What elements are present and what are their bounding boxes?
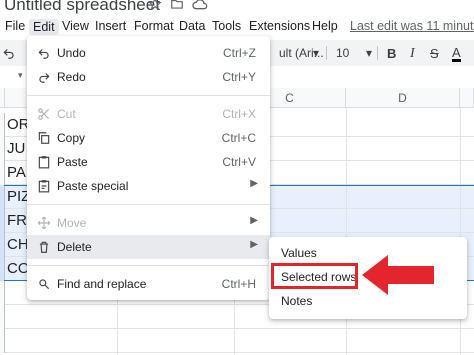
menu-item-find-replace[interactable]: Find and replace Ctrl+H xyxy=(27,272,270,296)
column-header-e[interactable] xyxy=(460,88,474,108)
selected-rows-highlight-box xyxy=(271,263,358,289)
menu-item-move[interactable]: Move ▶ xyxy=(27,211,270,235)
menu-item-label: Copy xyxy=(57,131,86,145)
menu-edit[interactable]: Edit xyxy=(29,19,59,35)
row-header[interactable] xyxy=(0,257,5,281)
submenu-arrow-icon: ▶ xyxy=(250,215,258,226)
trash-icon xyxy=(39,241,49,253)
undo-icon xyxy=(38,49,49,59)
menu-view[interactable]: View xyxy=(62,19,89,33)
row-header[interactable] xyxy=(0,281,5,305)
row-header[interactable] xyxy=(0,113,5,137)
paste-icon xyxy=(38,156,50,169)
paste-special-icon xyxy=(38,180,50,193)
star-icon[interactable] xyxy=(148,0,162,11)
toolbar-divider-2 xyxy=(377,46,378,60)
font-size-dropdown-icon[interactable]: ▾ xyxy=(366,46,372,60)
menu-item-shortcut: Ctrl+V xyxy=(222,155,256,169)
menu-item-label: Delete xyxy=(57,240,92,254)
menu-item-shortcut: Ctrl+Y xyxy=(222,70,256,84)
menu-divider xyxy=(27,204,270,205)
menu-format[interactable]: Format xyxy=(134,19,174,33)
menu-item-shortcut: Ctrl+Z xyxy=(223,46,256,60)
submenu-arrow-icon: ▶ xyxy=(250,239,258,250)
menu-file[interactable]: File xyxy=(5,19,25,33)
text-color-button[interactable]: A xyxy=(452,46,461,62)
cut-icon xyxy=(38,108,50,120)
menu-item-delete[interactable]: Delete ▶ xyxy=(27,235,270,259)
cell-a2[interactable]: JU xyxy=(7,140,25,157)
last-edit-link[interactable]: Last edit was 11 minutes a xyxy=(350,19,474,33)
title-icons xyxy=(148,0,208,11)
toolbar-left-fragment xyxy=(2,46,16,63)
find-replace-icon xyxy=(39,279,50,290)
row-header[interactable] xyxy=(0,137,5,161)
cell-a5[interactable]: FR xyxy=(7,212,27,229)
row-header[interactable] xyxy=(0,209,5,233)
cell-a3[interactable]: PA xyxy=(7,164,26,181)
menu-extensions[interactable]: Extensions xyxy=(249,19,310,33)
menu-help[interactable]: Help xyxy=(312,19,338,33)
menu-insert[interactable]: Insert xyxy=(95,19,126,33)
menu-item-label: Paste xyxy=(57,155,88,169)
toolbar-divider xyxy=(326,46,327,60)
menu-item-undo[interactable]: Undo Ctrl+Z xyxy=(27,41,270,65)
menu-item-redo[interactable]: Redo Ctrl+Y xyxy=(27,65,270,89)
menu-divider xyxy=(27,265,270,266)
cell-a6[interactable]: CH xyxy=(7,236,29,253)
font-family-dropdown-icon[interactable]: ▾ xyxy=(313,46,319,60)
bold-button[interactable]: B xyxy=(387,46,396,61)
menu-data[interactable]: Data xyxy=(179,19,205,33)
row-header[interactable] xyxy=(0,305,5,329)
menu-item-paste-special[interactable]: Paste special ▶ xyxy=(27,174,270,198)
menu-item-paste[interactable]: Paste Ctrl+V xyxy=(27,150,270,174)
menu-item-label: Redo xyxy=(57,70,86,84)
submenu-item-notes[interactable]: Notes xyxy=(281,294,312,308)
row-header[interactable] xyxy=(0,161,5,185)
column-header-d[interactable]: D xyxy=(346,88,460,108)
submenu-item-values[interactable]: Values xyxy=(281,246,317,260)
name-box-dropdown-icon[interactable]: ▾ xyxy=(18,70,23,81)
document-title[interactable]: Untitled spreadsheet xyxy=(4,0,160,15)
menu-item-shortcut: Ctrl+C xyxy=(221,131,256,145)
undo-toolbar-icon[interactable] xyxy=(2,46,16,60)
menu-item-shortcut: Ctrl+X xyxy=(222,107,256,121)
row-header[interactable] xyxy=(0,233,5,257)
copy-icon xyxy=(38,132,50,144)
font-size-field[interactable]: 10 xyxy=(336,46,349,60)
row-header[interactable] xyxy=(0,185,5,209)
menu-item-shortcut: Ctrl+H xyxy=(221,277,256,291)
menu-item-copy[interactable]: Copy Ctrl+C xyxy=(27,126,270,150)
menu-tools[interactable]: Tools xyxy=(212,19,241,33)
edit-menu: Undo Ctrl+Z Redo Ctrl+Y Cut Ctrl+X Copy … xyxy=(27,36,270,300)
menu-divider xyxy=(27,95,270,96)
menu-item-label: Find and replace xyxy=(57,277,147,291)
menu-bar: File Edit View Insert Format Data Tools … xyxy=(0,17,474,37)
move-icon xyxy=(37,216,51,230)
menu-item-label: Move xyxy=(57,216,87,230)
table-row[interactable] xyxy=(0,329,474,353)
cloud-status-icon[interactable] xyxy=(192,0,208,11)
italic-button[interactable]: I xyxy=(410,46,415,62)
menu-item-label: Undo xyxy=(57,46,86,60)
menu-item-label: Paste special xyxy=(57,179,129,193)
submenu-arrow-icon: ▶ xyxy=(250,178,258,189)
title-bar: Untitled spreadsheet xyxy=(0,0,474,16)
menu-item-cut[interactable]: Cut Ctrl+X xyxy=(27,102,270,126)
red-arrow-icon xyxy=(362,255,434,295)
redo-icon xyxy=(39,73,50,83)
move-to-folder-icon[interactable] xyxy=(170,0,184,11)
strikethrough-button[interactable]: S xyxy=(430,46,439,61)
menu-item-label: Cut xyxy=(57,107,76,121)
row-header[interactable] xyxy=(0,329,5,353)
